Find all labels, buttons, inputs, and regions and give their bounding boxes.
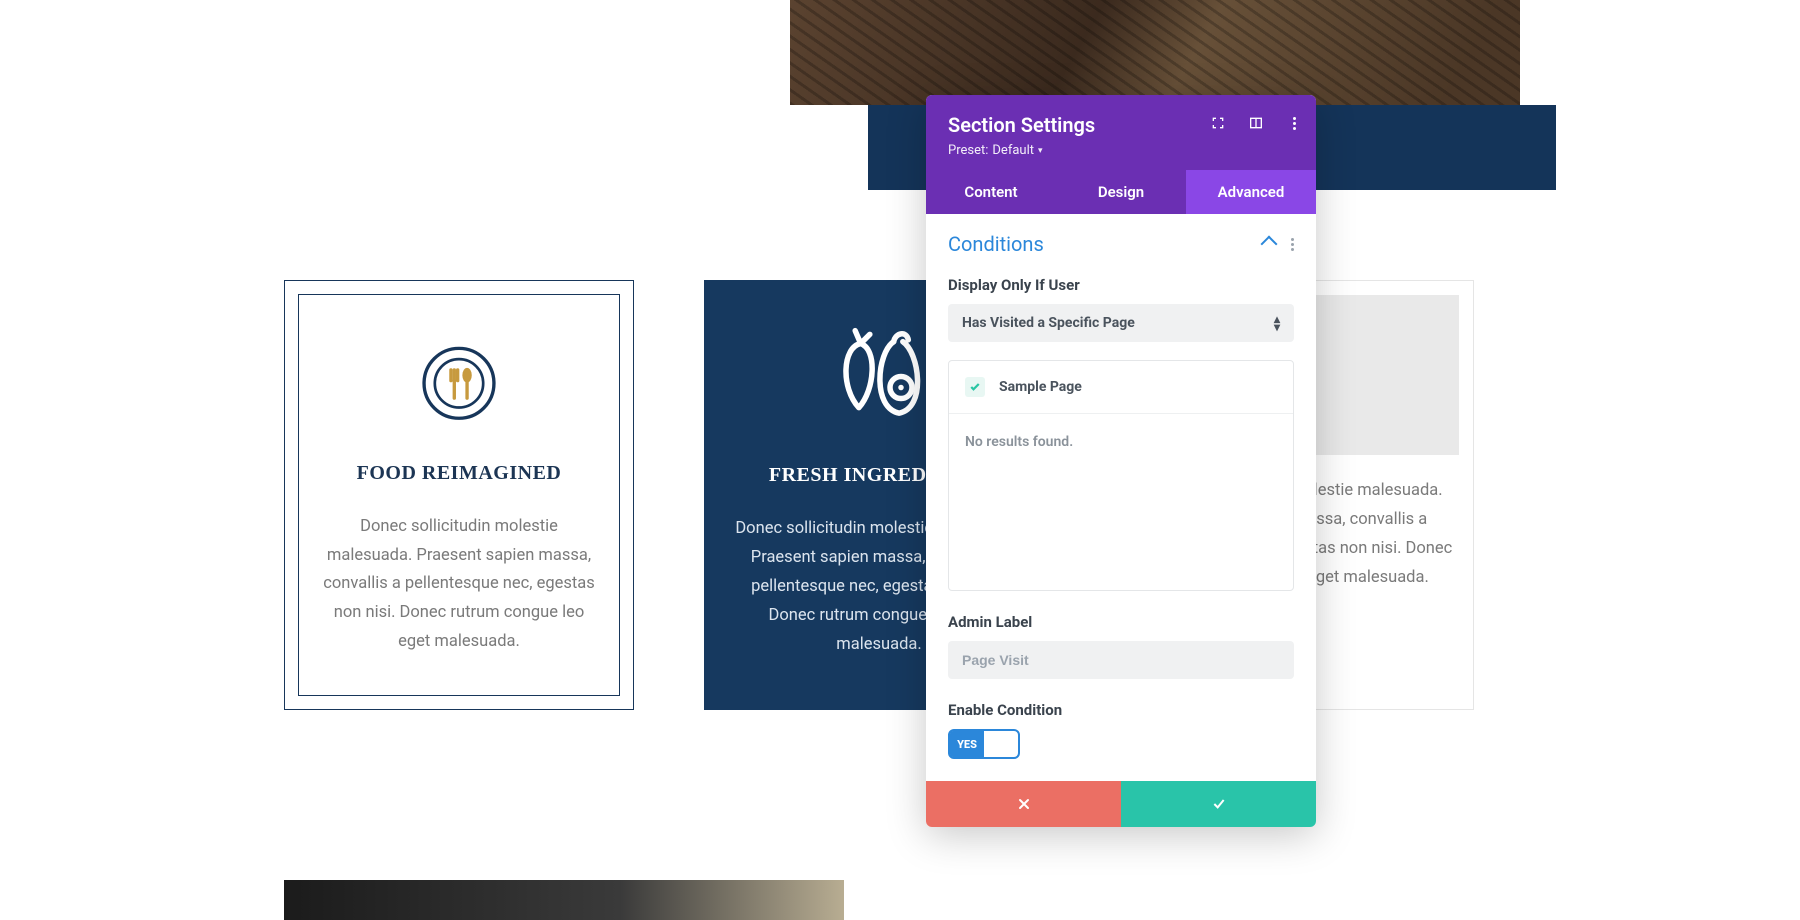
tab-advanced[interactable]: Advanced	[1186, 170, 1316, 214]
expand-icon[interactable]	[1210, 115, 1226, 131]
preset-selector[interactable]: Preset: Default ▾	[948, 143, 1043, 158]
cancel-button[interactable]	[926, 781, 1121, 827]
feature-card-body: Donec sollicitudin molestie malesuada. P…	[323, 513, 595, 657]
toggle-on-text: YES	[950, 731, 984, 757]
select-value: Has Visited a Specific Page	[962, 315, 1135, 331]
admin-label-label: Admin Label	[948, 613, 1294, 631]
kebab-menu-icon[interactable]	[1286, 115, 1302, 131]
conditions-section-header[interactable]: Conditions	[926, 214, 1316, 268]
list-item[interactable]: Sample Page	[949, 361, 1293, 414]
modal-header: Section Settings Preset: Default ▾	[926, 95, 1316, 170]
admin-label-input[interactable]	[948, 641, 1294, 679]
checkmark-icon	[965, 377, 985, 397]
conditions-panel: Display Only If User Has Visited a Speci…	[926, 276, 1316, 781]
preset-prefix: Preset:	[948, 143, 988, 158]
feature-card-food: FOOD REIMAGINED Donec sollicitudin moles…	[284, 280, 634, 710]
collapse-icon[interactable]	[1261, 236, 1278, 253]
feature-card-title: FOOD REIMAGINED	[357, 462, 562, 485]
tab-content[interactable]: Content	[926, 170, 1056, 214]
preset-value: Default	[992, 143, 1034, 158]
close-icon	[1016, 796, 1032, 812]
veggie-icon	[824, 316, 934, 426]
page-search-listbox: Sample Page No results found.	[948, 360, 1294, 591]
section-menu-icon[interactable]	[1291, 238, 1294, 251]
lower-image-strip	[284, 880, 844, 920]
tab-design[interactable]: Design	[1056, 170, 1186, 214]
plate-icon	[399, 343, 519, 424]
feature-card-food-inner: FOOD REIMAGINED Donec sollicitudin moles…	[298, 294, 620, 696]
enable-condition-toggle[interactable]: YES	[948, 729, 1020, 759]
display-if-select[interactable]: Has Visited a Specific Page ▴▾	[948, 304, 1294, 342]
enable-condition-label: Enable Condition	[948, 701, 1294, 719]
hero-image	[790, 0, 1520, 105]
section-title: Conditions	[948, 232, 1044, 256]
modal-footer	[926, 781, 1316, 827]
confirm-button[interactable]	[1121, 781, 1316, 827]
list-item-label: Sample Page	[999, 379, 1082, 395]
columns-icon[interactable]	[1248, 115, 1264, 131]
check-icon	[1211, 796, 1227, 812]
display-if-label: Display Only If User	[948, 276, 1294, 294]
section-settings-modal: Section Settings Preset: Default ▾ Conte…	[926, 95, 1316, 827]
modal-tabs: Content Design Advanced	[926, 170, 1316, 214]
select-caret-icon: ▴▾	[1274, 315, 1280, 331]
no-results-text: No results found.	[949, 414, 1293, 590]
caret-down-icon: ▾	[1038, 146, 1043, 156]
